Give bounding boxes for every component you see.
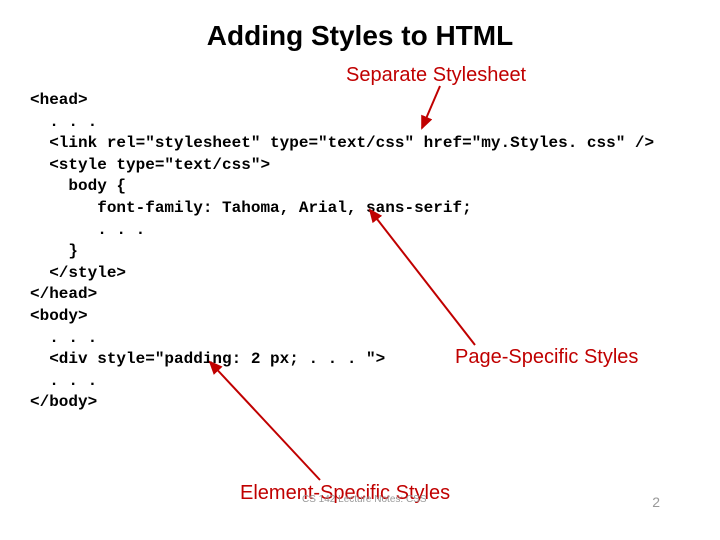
code-block: <head> . . . <link rel="stylesheet" type… bbox=[30, 90, 654, 414]
page-number: 2 bbox=[652, 494, 660, 510]
footer-note: CS 142 Lecture Notes: CSS bbox=[302, 494, 427, 505]
slide-title: Adding Styles to HTML bbox=[0, 0, 720, 52]
label-separate-stylesheet: Separate Stylesheet bbox=[346, 64, 526, 87]
